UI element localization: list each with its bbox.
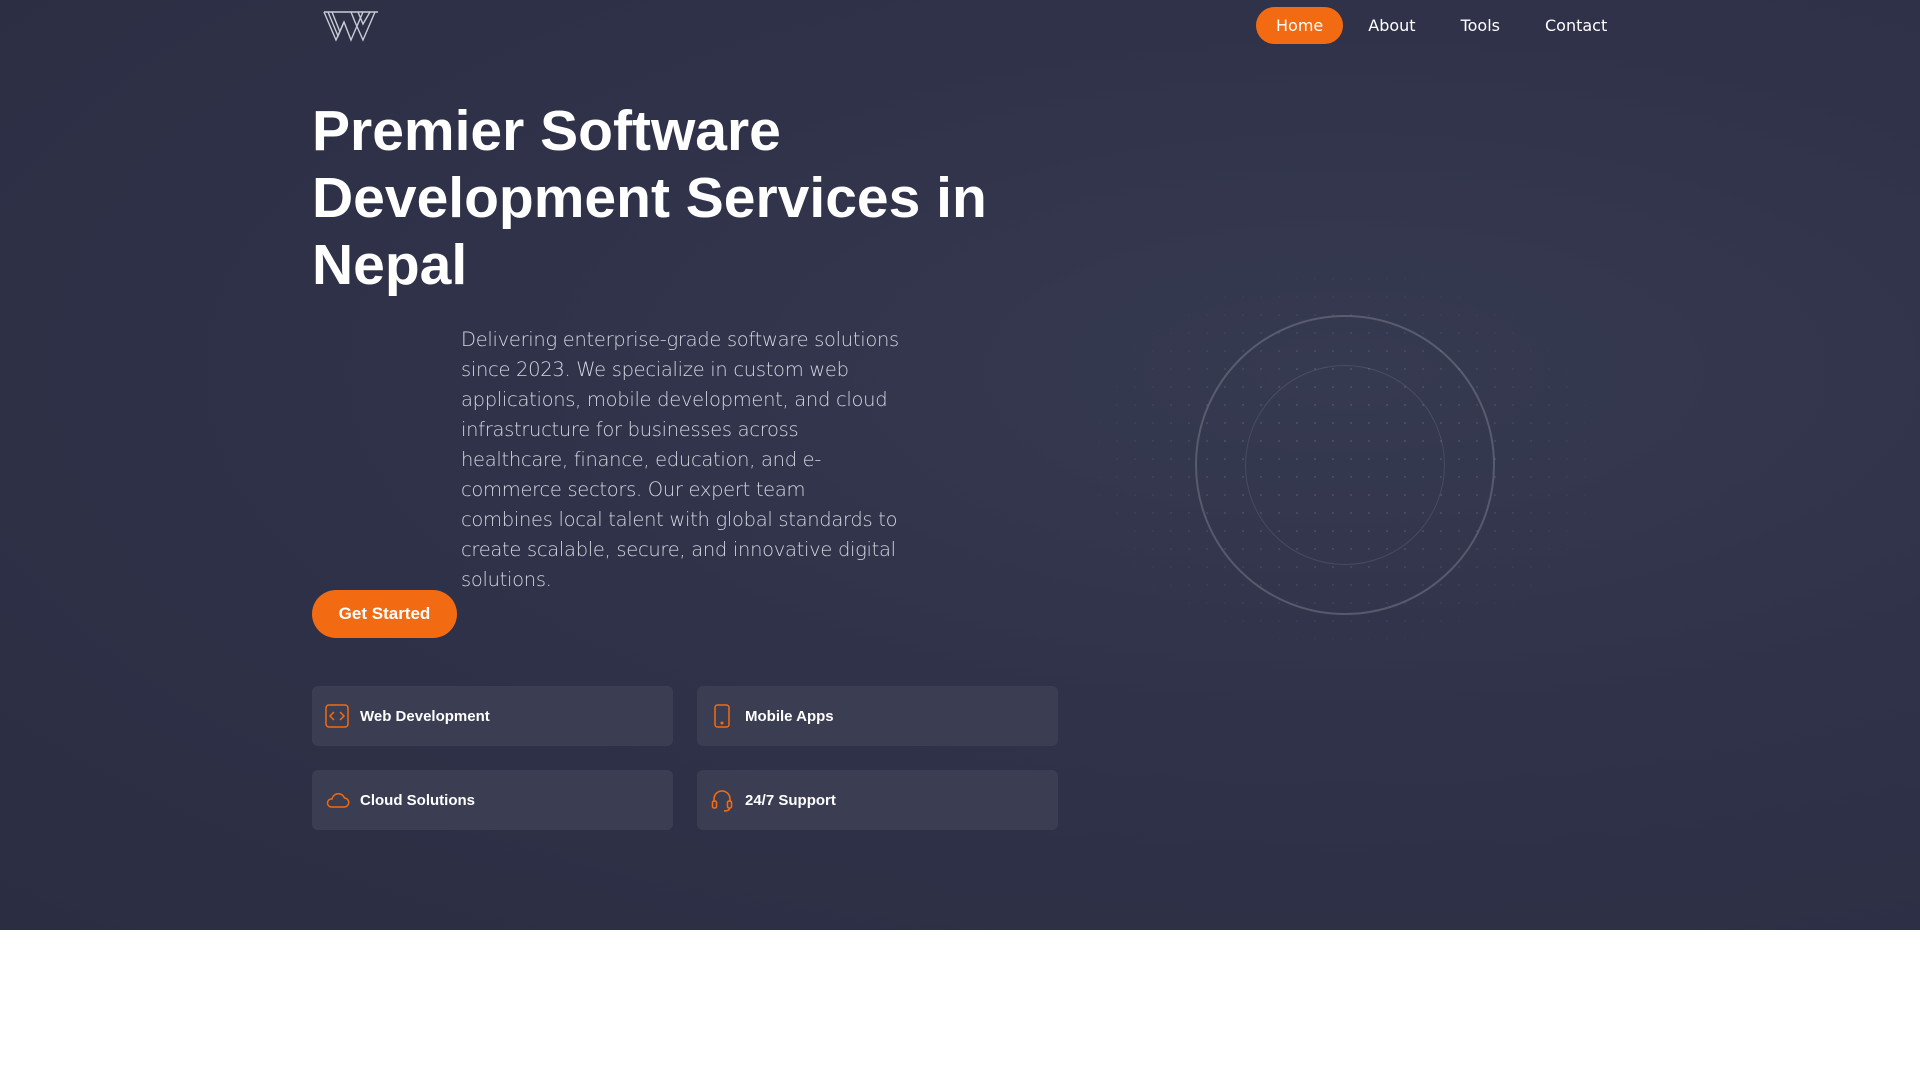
main-nav: Home About Tools Contact (1256, 7, 1632, 44)
feature-label: Mobile Apps (745, 707, 834, 725)
mobile-phone-icon (709, 703, 735, 729)
feature-card-cloud-solutions[interactable]: Cloud Solutions (312, 770, 673, 830)
hero-section: Home About Tools Contact Premier Softwar… (0, 0, 1920, 930)
feature-label: Web Development (360, 707, 490, 725)
nav-home[interactable]: Home (1256, 7, 1344, 44)
cloud-icon (324, 787, 350, 813)
feature-card-support[interactable]: 24/7 Support (697, 770, 1058, 830)
feature-label: 24/7 Support (745, 791, 836, 809)
page-below-hero (0, 930, 1920, 1080)
get-started-button[interactable]: Get Started (312, 590, 457, 638)
feature-card-mobile-apps[interactable]: Mobile Apps (697, 686, 1058, 746)
decorative-ring-inner (1245, 365, 1445, 565)
nav-about[interactable]: About (1348, 7, 1435, 44)
hero-description: Delivering enterprise-grade software sol… (461, 328, 899, 591)
hero-title: Premier Software Development Services in… (312, 99, 987, 297)
code-icon (324, 703, 350, 729)
logo-icon[interactable] (322, 6, 380, 46)
feature-card-web-development[interactable]: Web Development (312, 686, 673, 746)
feature-label: Cloud Solutions (360, 791, 475, 809)
headset-icon (709, 787, 735, 813)
nav-contact[interactable]: Contact (1525, 7, 1627, 44)
nav-tools[interactable]: Tools (1441, 7, 1520, 44)
